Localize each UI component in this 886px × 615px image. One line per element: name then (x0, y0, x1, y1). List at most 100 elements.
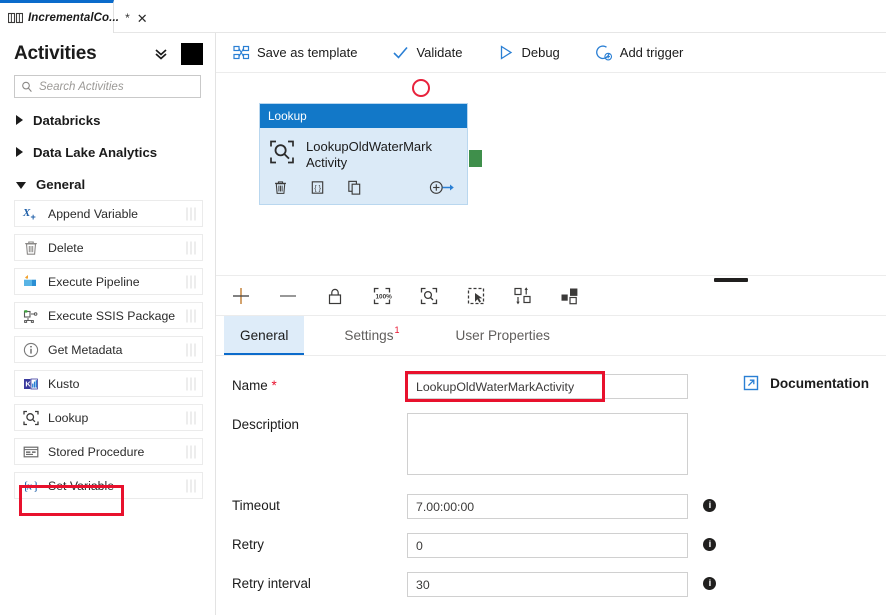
name-label-text: Name (232, 378, 268, 393)
page-title: Activities (14, 43, 96, 65)
required-marker: * (271, 378, 276, 393)
info-icon[interactable]: i (703, 499, 716, 512)
marquee-select-icon[interactable] (465, 285, 487, 307)
retry-interval-field-wrapper: i (407, 572, 716, 597)
command-label: Add trigger (620, 45, 684, 60)
svg-text:x: x (26, 481, 32, 492)
activity-item-set-variable[interactable]: { x } Set Variable (14, 472, 203, 499)
delete-trash-icon (22, 239, 40, 257)
lookup-activity-node[interactable]: Lookup (259, 103, 468, 205)
activities-header: Activities (0, 33, 215, 75)
drag-handle[interactable] (186, 207, 196, 220)
activity-item-lookup[interactable]: Lookup (14, 404, 203, 431)
retry-input[interactable] (407, 533, 688, 558)
get-metadata-info-icon (22, 341, 40, 359)
search-input[interactable] (39, 81, 194, 93)
copy-icon[interactable] (346, 179, 363, 196)
drag-handle[interactable] (186, 275, 196, 288)
activity-item-stored-procedure[interactable]: Stored Procedure (14, 438, 203, 465)
success-output-port[interactable] (469, 150, 482, 167)
node-body: LookupOldWaterMark Activity (260, 128, 467, 204)
pipeline-command-bar: Save as template Validate Debug (216, 33, 886, 73)
kusto-icon: K (22, 375, 40, 393)
search-icon (21, 81, 33, 93)
tab-label: User Properties (456, 328, 550, 343)
zoom-to-fit-icon[interactable] (418, 285, 440, 307)
node-type-label: Lookup (268, 109, 307, 123)
zoom-out-icon[interactable] (277, 285, 299, 307)
timeout-field-wrapper: i (407, 494, 716, 519)
info-icon[interactable]: i (703, 538, 716, 551)
name-label: Name * (216, 374, 407, 393)
chevron-down-icon (16, 182, 26, 189)
documentation-link[interactable]: Documentation (743, 375, 869, 391)
document-tab-title: IncrementalCo... (28, 12, 119, 24)
activity-item-label: Kusto (48, 377, 79, 391)
activity-group-data-lake-analytics[interactable]: Data Lake Analytics (0, 136, 215, 168)
search-box[interactable] (14, 75, 201, 98)
lock-icon[interactable] (324, 285, 346, 307)
drag-handle[interactable] (186, 241, 196, 254)
stored-procedure-icon (22, 443, 40, 461)
retry-interval-input[interactable] (407, 572, 688, 597)
form-row-description: Description (216, 413, 886, 480)
description-label: Description (216, 413, 407, 432)
execute-pipeline-icon (22, 273, 40, 291)
activity-item-execute-pipeline[interactable]: Execute Pipeline (14, 268, 203, 295)
activity-group-general[interactable]: General (0, 168, 215, 200)
tab-general[interactable]: General (224, 316, 304, 355)
play-triangle-icon (497, 44, 514, 61)
activity-item-append-variable[interactable]: X + Append Variable (14, 200, 203, 227)
activity-item-execute-ssis-package[interactable]: Execute SSIS Package (14, 302, 203, 329)
document-tab[interactable]: IncrementalCo... * ✕ (0, 0, 114, 33)
retry-label: Retry (216, 533, 407, 552)
activity-item-label: Stored Procedure (48, 445, 144, 459)
canvas-tools-wrapper: 100% (216, 275, 886, 316)
drag-handle[interactable] (186, 377, 196, 390)
save-as-template-button[interactable]: Save as template (233, 33, 370, 73)
close-icon[interactable]: ✕ (137, 12, 148, 25)
zoom-in-icon[interactable] (230, 285, 252, 307)
timeout-label: Timeout (216, 494, 407, 513)
activity-group-databricks[interactable]: Databricks (0, 104, 215, 136)
drag-handle[interactable] (186, 309, 196, 322)
add-output-arrow-icon[interactable] (428, 179, 455, 196)
activity-item-get-metadata[interactable]: Get Metadata (14, 336, 203, 363)
validate-button[interactable]: Validate (392, 33, 475, 73)
tab-settings[interactable]: Settings1 (328, 316, 415, 355)
pipeline-canvas[interactable]: Lookup (216, 73, 886, 275)
command-label: Save as template (257, 45, 357, 60)
drag-handle[interactable] (186, 479, 196, 492)
pipeline-book-icon (8, 12, 23, 24)
external-link-icon (743, 375, 759, 391)
unsaved-changes-marker: * (125, 11, 130, 25)
delete-activity-icon[interactable] (272, 179, 289, 196)
description-textarea[interactable] (407, 413, 688, 475)
tab-user-properties[interactable]: User Properties (440, 316, 566, 355)
debug-button[interactable]: Debug (497, 33, 572, 73)
info-icon[interactable]: i (703, 577, 716, 590)
drag-handle[interactable] (186, 343, 196, 356)
pipeline-main-area: Save as template Validate Debug (216, 33, 886, 615)
activities-tree: Databricks Data Lake Analytics General X… (0, 104, 215, 499)
drag-handle[interactable] (186, 411, 196, 424)
code-braces-icon[interactable]: { } (309, 179, 326, 196)
zoom-100-percent-icon[interactable]: 100% (371, 285, 393, 307)
activity-item-kusto[interactable]: K Kusto (14, 370, 203, 397)
chevron-right-icon (16, 147, 23, 157)
form-row-retry-interval: Retry interval i (216, 572, 886, 597)
svg-text:{ }: { } (314, 184, 321, 192)
add-trigger-button[interactable]: Add trigger (595, 33, 697, 73)
retry-interval-label: Retry interval (216, 572, 407, 591)
activity-item-delete[interactable]: Delete (14, 234, 203, 261)
activity-group-label: General (36, 177, 85, 192)
add-trigger-icon (595, 44, 613, 62)
panel-resize-handle[interactable] (714, 278, 748, 282)
name-input[interactable] (407, 374, 688, 399)
svg-text:}: } (33, 478, 39, 493)
timeout-input[interactable] (407, 494, 688, 519)
drag-handle[interactable] (186, 445, 196, 458)
auto-layout-icon[interactable] (559, 285, 581, 307)
auto-align-icon[interactable] (512, 285, 534, 307)
double-chevron-down-icon[interactable] (153, 46, 169, 62)
